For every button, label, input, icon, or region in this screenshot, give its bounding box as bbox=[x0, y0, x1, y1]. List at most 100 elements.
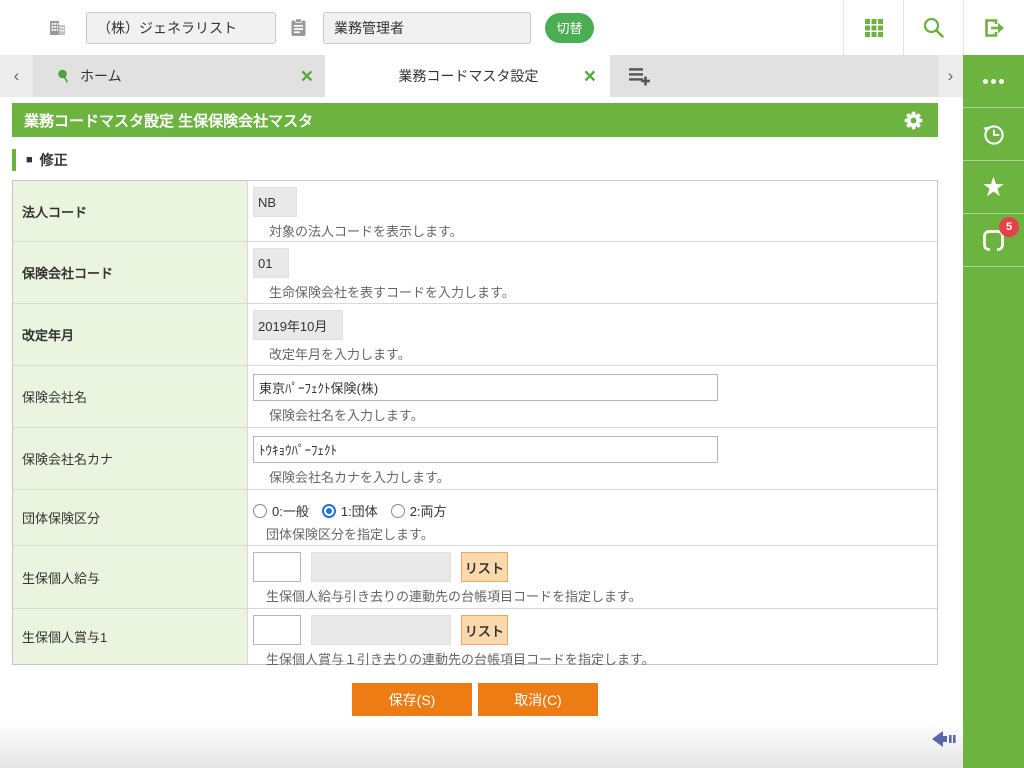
personal-salary-name-input[interactable] bbox=[311, 552, 451, 582]
personal-salary-list-button[interactable]: リスト bbox=[461, 552, 508, 582]
main-content: 業務コードマスタ設定 生保保険会社マスタ ■ 修正 bbox=[0, 97, 963, 768]
tab-home-close-icon[interactable]: × bbox=[299, 66, 315, 87]
insurer-code-input[interactable] bbox=[253, 248, 289, 278]
field-label: 改定年月 bbox=[13, 304, 248, 365]
field-label: 生保個人給与 bbox=[13, 546, 248, 608]
action-buttons: 保存(S) 取消(C) bbox=[12, 683, 938, 716]
add-tab-icon bbox=[628, 66, 651, 87]
section-marker: ■ bbox=[26, 154, 33, 166]
field-value-cell: 生命保険会社を表すコードを入力します。 bbox=[248, 242, 937, 303]
radio-group: 0:一般 1:団体 2:両方 bbox=[253, 496, 929, 520]
pin-icon bbox=[57, 69, 70, 84]
radio-label: 2:両方 bbox=[410, 501, 447, 520]
field-label: 団体保険区分 bbox=[13, 490, 248, 545]
field-label: 生保個人賞与1 bbox=[13, 609, 248, 664]
field-description: 生保個人給与引き去りの連動先の台帳項目コードを指定します。 bbox=[253, 586, 929, 605]
header-bar: 切替 bbox=[0, 0, 1024, 55]
switch-button[interactable]: 切替 bbox=[545, 13, 594, 43]
sidebar-favorites-button[interactable]: ★ bbox=[963, 161, 1024, 214]
radio-icon[interactable] bbox=[391, 504, 405, 518]
field-value-cell: 対象の法人コードを表示します。 bbox=[248, 181, 937, 241]
history-icon bbox=[980, 120, 1008, 148]
logout-button[interactable] bbox=[963, 0, 1024, 55]
sidebar-history-button[interactable] bbox=[963, 108, 1024, 161]
field-description: 団体保険区分を指定します。 bbox=[253, 524, 929, 543]
field-description: 生命保険会社を表すコードを入力します。 bbox=[253, 282, 929, 301]
collapse-panel-button[interactable] bbox=[930, 729, 958, 754]
field-label: 法人コード bbox=[13, 181, 248, 241]
bottom-fade bbox=[0, 722, 963, 768]
apps-menu-button[interactable] bbox=[843, 0, 903, 55]
field-label: 保険会社名 bbox=[13, 366, 248, 427]
tab-active[interactable]: 業務コードマスタ設定 × bbox=[325, 55, 610, 97]
radio-icon[interactable] bbox=[322, 504, 336, 518]
page-title-bar: 業務コードマスタ設定 生保保険会社マスタ bbox=[12, 103, 938, 137]
field-value-cell: 0:一般 1:団体 2:両方 団体保険区分を指定します。 bbox=[248, 490, 937, 545]
cancel-button[interactable]: 取消(C) bbox=[478, 683, 598, 716]
form-row-personal-bonus1: 生保個人賞与1 リスト 生保個人賞与１引き去りの連動先の台帳項目コードを指定しま… bbox=[13, 608, 937, 664]
field-value-cell: リスト 生保個人給与引き去りの連動先の台帳項目コードを指定します。 bbox=[248, 546, 937, 608]
tab-active-label: 業務コードマスタ設定 bbox=[355, 66, 582, 86]
form-row-insurer-name: 保険会社名 保険会社名を入力します。 bbox=[13, 365, 937, 427]
form-row-group-insurance-type: 団体保険区分 0:一般 1:団体 2:両方 bbox=[13, 489, 937, 545]
field-label: 保険会社コード bbox=[13, 242, 248, 303]
section-heading: ■ 修正 bbox=[12, 149, 68, 171]
tab-scroll-next[interactable]: › bbox=[938, 55, 963, 97]
corporate-code-input[interactable] bbox=[253, 187, 297, 217]
notification-badge: 5 bbox=[999, 217, 1019, 237]
tab-home[interactable]: ホーム × bbox=[33, 55, 325, 97]
more-icon bbox=[983, 79, 1004, 84]
field-value-cell: 改定年月を入力します。 bbox=[248, 304, 937, 365]
form-row-personal-salary: 生保個人給与 リスト 生保個人給与引き去りの連動先の台帳項目コードを指定します。 bbox=[13, 545, 937, 608]
insurer-name-kana-input[interactable] bbox=[253, 436, 718, 463]
insurer-name-input[interactable] bbox=[253, 374, 718, 401]
personal-bonus1-list-button[interactable]: リスト bbox=[461, 615, 508, 645]
tab-strip: ‹ ホーム × 業務コードマスタ設定 × bbox=[0, 55, 963, 97]
tab-scroll-prev[interactable]: ‹ bbox=[0, 55, 33, 97]
logout-icon bbox=[982, 16, 1007, 40]
role-input[interactable] bbox=[323, 12, 531, 44]
field-label: 保険会社名カナ bbox=[13, 428, 248, 489]
header-actions bbox=[843, 0, 1024, 55]
radio-icon[interactable] bbox=[253, 504, 267, 518]
collapse-arrow-icon bbox=[930, 729, 958, 749]
field-description: 改定年月を入力します。 bbox=[253, 344, 929, 363]
right-sidebar: ★ 5 bbox=[963, 55, 1024, 768]
field-description: 対象の法人コードを表示します。 bbox=[253, 221, 929, 240]
company-input[interactable] bbox=[86, 12, 276, 44]
field-value-cell: 保険会社名を入力します。 bbox=[248, 366, 937, 427]
save-button[interactable]: 保存(S) bbox=[352, 683, 472, 716]
personal-salary-code-input[interactable] bbox=[253, 552, 301, 582]
sidebar-notifications-button[interactable]: 5 bbox=[963, 214, 1024, 267]
page-title: 業務コードマスタ設定 生保保険会社マスタ bbox=[12, 110, 903, 131]
role-icon bbox=[290, 18, 307, 37]
search-button[interactable] bbox=[903, 0, 963, 55]
tab-active-close-icon[interactable]: × bbox=[582, 66, 598, 87]
form-row-corporate-code: 法人コード 対象の法人コードを表示します。 bbox=[13, 181, 937, 241]
field-description: 生保個人賞与１引き去りの連動先の台帳項目コードを指定します。 bbox=[253, 649, 929, 668]
settings-button[interactable] bbox=[903, 110, 924, 131]
field-description: 保険会社名を入力します。 bbox=[253, 405, 929, 424]
app-window: 切替 bbox=[0, 0, 1024, 768]
form-table: 法人コード 対象の法人コードを表示します。 保険会社コード 生命保険会社を表すコ… bbox=[12, 180, 938, 665]
radio-option-general[interactable]: 0:一般 bbox=[253, 501, 309, 520]
star-icon: ★ bbox=[981, 174, 1005, 201]
sidebar-more-button[interactable] bbox=[963, 55, 1024, 108]
personal-bonus1-code-input[interactable] bbox=[253, 615, 301, 645]
radio-label: 1:団体 bbox=[341, 501, 378, 520]
form-row-revision-date: 改定年月 改定年月を入力します。 bbox=[13, 303, 937, 365]
company-icon bbox=[48, 18, 68, 38]
form-row-insurer-name-kana: 保険会社名カナ 保険会社名カナを入力します。 bbox=[13, 427, 937, 489]
grid-icon bbox=[863, 17, 885, 39]
section-label: 修正 bbox=[40, 150, 68, 170]
form-row-insurer-code: 保険会社コード 生命保険会社を表すコードを入力します。 bbox=[13, 241, 937, 303]
tab-add-button[interactable] bbox=[610, 55, 938, 97]
tab-home-label: ホーム bbox=[80, 66, 299, 86]
field-description: 保険会社名カナを入力します。 bbox=[253, 467, 929, 486]
radio-option-both[interactable]: 2:両方 bbox=[391, 501, 447, 520]
search-icon bbox=[922, 16, 945, 39]
radio-option-group[interactable]: 1:団体 bbox=[322, 501, 378, 520]
field-value-cell: 保険会社名カナを入力します。 bbox=[248, 428, 937, 489]
revision-date-input[interactable] bbox=[253, 310, 343, 340]
personal-bonus1-name-input[interactable] bbox=[311, 615, 451, 645]
